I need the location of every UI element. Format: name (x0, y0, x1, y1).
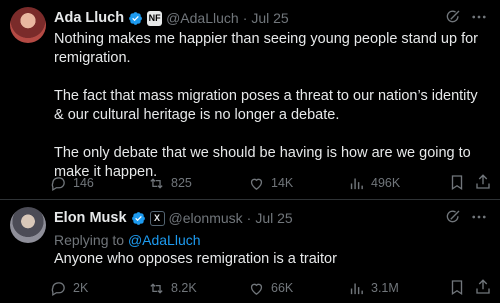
tweet-ada-lluch[interactable]: Ada Lluch NF @AdaLluch · Jul 25 Nothing … (0, 0, 500, 200)
bookmark-icon[interactable] (448, 278, 466, 296)
author-name[interactable]: Ada Lluch (54, 10, 124, 26)
reply-button[interactable]: 146 (50, 173, 94, 193)
tweet-header: Elon Musk X @elonmusk · Jul 25 (54, 209, 293, 227)
reply-count: 146 (73, 176, 94, 190)
reply-count: 2K (73, 281, 89, 295)
replying-prefix: Replying to (54, 232, 125, 248)
author-handle[interactable]: @elonmusk (169, 210, 243, 226)
separator-dot: · (246, 210, 252, 226)
verified-badge-icon (131, 211, 145, 225)
repost-icon (150, 177, 163, 189)
replying-to: Replying to @AdaLluch (54, 232, 201, 248)
like-count: 66K (271, 281, 294, 295)
share-icon[interactable] (474, 278, 492, 296)
like-button[interactable]: 66K (248, 278, 293, 298)
tweet-paragraph: Anyone who opposes remigration is a trai… (54, 251, 337, 267)
grok-icon[interactable] (444, 8, 462, 26)
views-count: 3.1M (371, 281, 399, 295)
affiliate-badge[interactable]: NF (147, 10, 163, 26)
repost-button[interactable]: 825 (148, 173, 192, 193)
repost-count: 8.2K (171, 281, 197, 295)
like-icon (250, 178, 263, 190)
affiliate-badge[interactable]: X (149, 210, 165, 226)
author-name[interactable]: Elon Musk (54, 210, 127, 226)
tweet-header: Ada Lluch NF @AdaLluch · Jul 25 (54, 9, 289, 27)
verified-badge-icon (129, 11, 142, 25)
tweet-text: Anyone who opposes remigration is a trai… (54, 250, 484, 269)
views-icon (350, 178, 363, 189)
share-icon[interactable] (474, 173, 492, 191)
reply-icon (51, 281, 65, 296)
like-icon (250, 283, 263, 295)
like-button[interactable]: 14K (248, 173, 293, 193)
tweet-actions: 146 825 14K 496K (50, 173, 490, 193)
tweet-date[interactable]: Jul 25 (251, 10, 288, 26)
views-icon (350, 283, 363, 294)
reply-icon (51, 176, 65, 191)
replying-to-link[interactable]: @AdaLluch (128, 232, 201, 248)
views-count: 496K (371, 176, 401, 190)
author-handle[interactable]: @AdaLluch (166, 10, 239, 26)
bookmark-icon[interactable] (448, 173, 466, 191)
tweet-paragraph: The fact that mass migration poses a thr… (54, 88, 478, 123)
tweet-text: Nothing makes me happier than seeing you… (54, 30, 484, 182)
tweet-elon-musk[interactable]: Elon Musk X @elonmusk · Jul 25 Replying … (0, 200, 500, 303)
repost-button[interactable]: 8.2K (148, 278, 197, 298)
avatar[interactable] (10, 207, 46, 243)
repost-icon (150, 282, 163, 294)
views-button[interactable]: 3.1M (348, 278, 399, 298)
repost-count: 825 (171, 176, 192, 190)
like-count: 14K (271, 176, 294, 190)
more-icon[interactable] (470, 208, 488, 226)
reply-button[interactable]: 2K (50, 278, 88, 298)
more-icon[interactable] (470, 8, 488, 26)
avatar[interactable] (10, 7, 46, 43)
grok-icon[interactable] (444, 208, 462, 226)
separator-dot: · (242, 10, 248, 26)
tweet-paragraph: Nothing makes me happier than seeing you… (54, 31, 479, 66)
views-button[interactable]: 496K (348, 173, 400, 193)
tweet-actions: 2K 8.2K 66K 3.1M (50, 278, 490, 298)
tweet-date[interactable]: Jul 25 (255, 210, 292, 226)
